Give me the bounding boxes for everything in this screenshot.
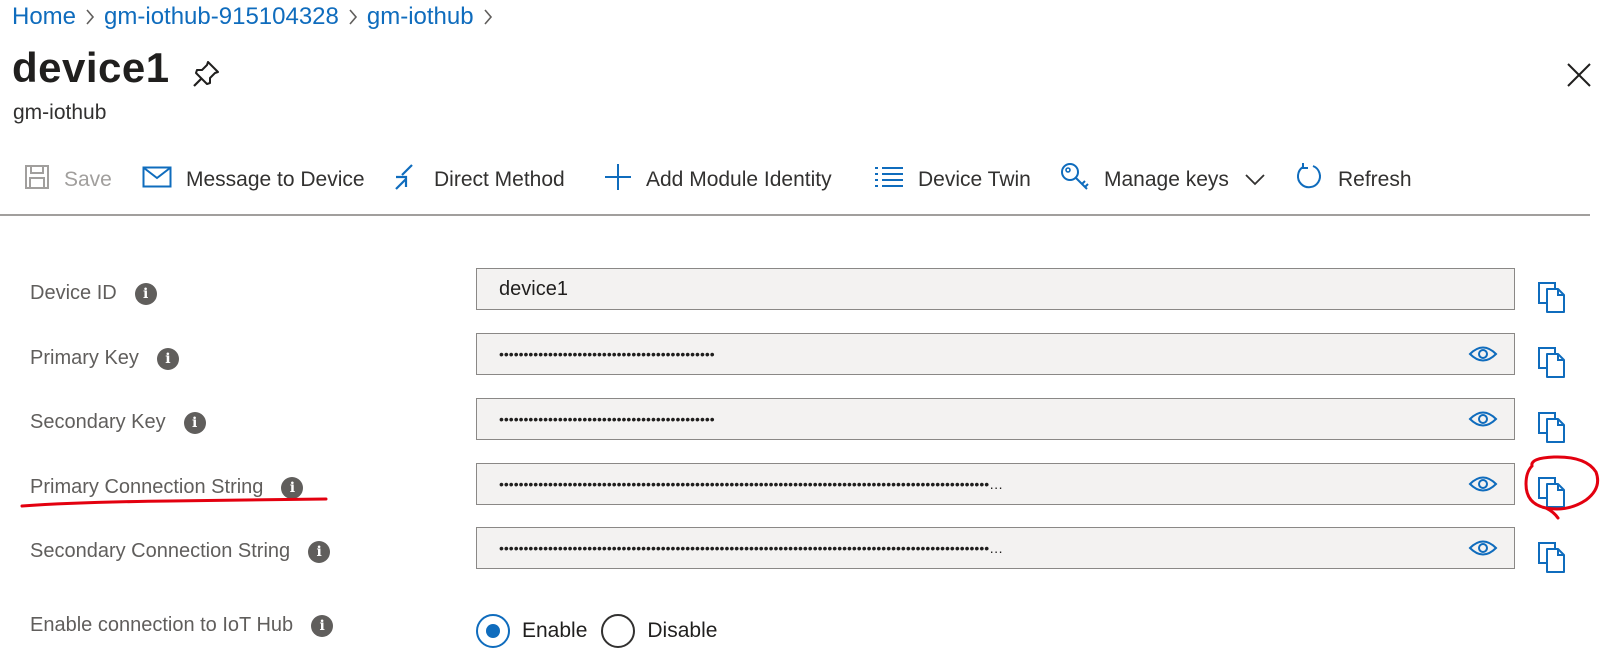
message-to-device-button[interactable]: Message to Device: [142, 160, 365, 200]
eye-icon[interactable]: [1468, 537, 1498, 559]
mail-icon: [142, 166, 172, 194]
primary-key-value: ••••••••••••••••••••••••••••••••••••••••…: [499, 346, 715, 362]
info-icon[interactable]: i: [183, 411, 206, 434]
disable-radio-label[interactable]: Disable: [647, 619, 717, 643]
chevron-right-icon: [474, 7, 502, 27]
enable-radio-label[interactable]: Enable: [522, 619, 587, 643]
enable-radio[interactable]: [476, 614, 510, 648]
pin-icon[interactable]: [190, 58, 222, 90]
secondary-connection-string-label-text: Secondary Connection String: [30, 540, 291, 562]
secondary-key-label-text: Secondary Key: [30, 411, 166, 433]
eye-icon[interactable]: [1468, 473, 1498, 495]
secondary-key-field[interactable]: ••••••••••••••••••••••••••••••••••••••••…: [476, 398, 1515, 440]
refresh-icon: [1294, 162, 1324, 198]
add-module-identity-label: Add Module Identity: [646, 168, 832, 191]
breadcrumb: Home gm-iothub-915104328 gm-iothub: [12, 2, 502, 32]
refresh-button[interactable]: Refresh: [1294, 160, 1412, 200]
enable-connection-label: Enable connection to IoT Hub i: [30, 614, 334, 637]
secondary-connection-string-value: ••••••••••••••••••••••••••••••••••••••••…: [499, 540, 1004, 556]
list-icon: [874, 166, 904, 194]
plus-icon: [604, 163, 632, 197]
chevron-right-icon: [339, 7, 367, 27]
direct-method-icon: [394, 163, 420, 197]
add-module-identity-button[interactable]: Add Module Identity: [604, 160, 832, 200]
primary-connection-string-value: ••••••••••••••••••••••••••••••••••••••••…: [499, 476, 1004, 492]
device-id-label-text: Device ID: [30, 282, 117, 304]
eye-icon[interactable]: [1468, 408, 1498, 430]
info-icon[interactable]: i: [134, 282, 157, 305]
refresh-label: Refresh: [1338, 168, 1412, 191]
command-bar: Save Message to Device Direct Method Add…: [0, 150, 1590, 216]
secondary-key-label: Secondary Key i: [30, 411, 206, 434]
primary-connection-string-label-text: Primary Connection String: [30, 476, 264, 498]
copy-icon[interactable]: [1536, 345, 1568, 379]
device-id-label: Device ID i: [30, 282, 157, 305]
device-id-value: device1: [499, 278, 568, 300]
device-id-field[interactable]: device1: [476, 268, 1515, 310]
save-icon: [24, 164, 50, 196]
radio-selected-dot: [486, 624, 500, 638]
disable-radio[interactable]: [601, 614, 636, 648]
direct-method-label: Direct Method: [434, 168, 565, 191]
breadcrumb-resource-group[interactable]: gm-iothub-915104328: [104, 3, 339, 31]
info-icon[interactable]: i: [311, 614, 334, 637]
primary-key-label: Primary Key i: [30, 347, 179, 370]
secondary-connection-string-label: Secondary Connection String i: [30, 540, 331, 563]
primary-key-field[interactable]: ••••••••••••••••••••••••••••••••••••••••…: [476, 333, 1515, 375]
primary-connection-string-field[interactable]: ••••••••••••••••••••••••••••••••••••••••…: [476, 463, 1515, 505]
page-subtitle: gm-iothub: [13, 101, 107, 124]
close-icon[interactable]: [1564, 60, 1594, 90]
primary-connection-string-label: Primary Connection String i: [30, 476, 304, 499]
copy-icon[interactable]: [1536, 410, 1568, 444]
save-button[interactable]: Save: [24, 160, 112, 200]
chevron-right-icon: [76, 7, 104, 27]
breadcrumb-home[interactable]: Home: [12, 3, 76, 31]
chevron-down-icon: [1245, 168, 1265, 192]
info-icon[interactable]: i: [308, 540, 331, 563]
message-to-device-label: Message to Device: [186, 168, 365, 191]
secondary-connection-string-field[interactable]: ••••••••••••••••••••••••••••••••••••••••…: [476, 527, 1515, 569]
breadcrumb-iothub[interactable]: gm-iothub: [367, 3, 474, 31]
page-title: device1: [12, 44, 170, 91]
enable-connection-radio-group: Enable Disable: [476, 614, 731, 648]
copy-icon[interactable]: [1536, 475, 1568, 509]
info-icon[interactable]: i: [156, 347, 179, 370]
info-icon[interactable]: i: [281, 476, 304, 499]
device-twin-button[interactable]: Device Twin: [874, 160, 1031, 200]
eye-icon[interactable]: [1468, 343, 1498, 365]
copy-icon[interactable]: [1536, 540, 1568, 574]
manage-keys-label: Manage keys: [1104, 168, 1229, 191]
save-label: Save: [64, 168, 112, 191]
primary-key-label-text: Primary Key: [30, 347, 139, 369]
key-icon: [1060, 162, 1090, 198]
secondary-key-value: ••••••••••••••••••••••••••••••••••••••••…: [499, 411, 715, 427]
copy-icon[interactable]: [1536, 280, 1568, 314]
enable-connection-label-text: Enable connection to IoT Hub: [30, 614, 294, 636]
manage-keys-button[interactable]: Manage keys: [1060, 160, 1265, 200]
direct-method-button[interactable]: Direct Method: [394, 160, 565, 200]
device-twin-label: Device Twin: [918, 168, 1031, 191]
